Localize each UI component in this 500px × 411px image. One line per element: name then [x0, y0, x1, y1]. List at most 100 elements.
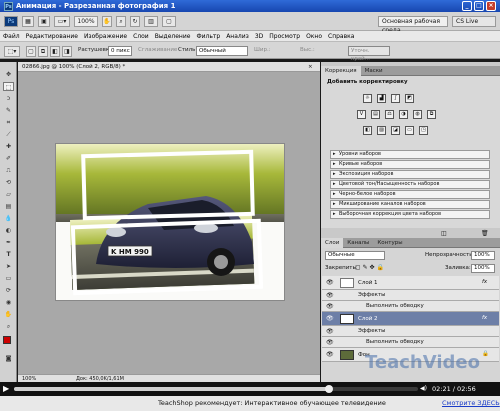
layer-row-2-selected[interactable]: 👁 Слой 2 fx	[322, 312, 499, 326]
workspace-select[interactable]: Основная рабочая среда	[378, 16, 448, 34]
channel-mixer-icon[interactable]: ⧉	[427, 110, 436, 119]
dodge-tool-icon[interactable]: ◐	[3, 226, 14, 235]
tab-paths[interactable]: Контуры	[373, 238, 406, 248]
exposure-icon[interactable]: ◩	[405, 94, 414, 103]
gradient-tool-icon[interactable]: ▤	[3, 202, 14, 211]
menu-3d[interactable]: 3D	[252, 31, 266, 42]
guides-menu-icon[interactable]: ▭▾	[54, 16, 70, 27]
blend-mode-select[interactable]: Обычные	[325, 251, 385, 260]
footer-link[interactable]: Смотрите ЗДЕСЬ	[442, 396, 500, 411]
maximize-icon[interactable]: □	[474, 1, 484, 11]
arrange-documents-icon[interactable]: ▥	[144, 16, 158, 27]
menu-layers[interactable]: Слои	[130, 31, 152, 42]
visibility-eye-icon[interactable]: 👁	[326, 315, 334, 322]
levels-icon[interactable]: ▟	[377, 94, 386, 103]
move-tool-icon[interactable]: ✥	[3, 70, 14, 79]
eraser-tool-icon[interactable]: ▱	[3, 190, 14, 199]
volume-icon[interactable]: ◀)	[420, 385, 427, 392]
layer-stroke-row[interactable]: 👁 Выполнить обводку	[322, 337, 499, 348]
menu-view[interactable]: Просмотр	[266, 31, 303, 42]
history-brush-tool-icon[interactable]: ⟲	[3, 178, 14, 187]
foreground-color-swatch[interactable]	[3, 336, 11, 344]
preset-black-white[interactable]: Черно-белое наборов	[330, 190, 490, 199]
style-select[interactable]: Обычный	[196, 46, 248, 56]
intersect-selection-icon[interactable]: ◨	[62, 46, 72, 57]
color-balance-icon[interactable]: ⚖	[385, 110, 394, 119]
bridge-icon[interactable]: ▦	[22, 16, 34, 27]
menu-file[interactable]: Файл	[0, 31, 23, 42]
gradient-map-icon[interactable]: ▭	[405, 126, 414, 135]
zoom-level-select[interactable]: 100%	[74, 16, 98, 27]
selective-color-icon[interactable]: ◳	[419, 126, 428, 135]
quick-mask-icon[interactable]: ◙	[3, 354, 14, 363]
path-selection-tool-icon[interactable]: ➤	[3, 262, 14, 271]
3d-camera-tool-icon[interactable]: ◉	[3, 298, 14, 307]
brush-tool-icon[interactable]: ✐	[3, 154, 14, 163]
rectangular-marquee-tool-icon[interactable]: ⬚	[3, 82, 14, 91]
mini-bridge-icon[interactable]: ▣	[38, 16, 50, 27]
lock-icons[interactable]: ▢ ✎ ✥ 🔒	[355, 264, 384, 271]
crop-tool-icon[interactable]: ⌗	[3, 118, 14, 127]
tab-channels[interactable]: Каналы	[343, 238, 373, 248]
vibrance-icon[interactable]: V	[357, 110, 366, 119]
tab-masks[interactable]: Маски	[361, 66, 387, 76]
clone-stamp-tool-icon[interactable]: ⎍	[3, 166, 14, 175]
blur-tool-icon[interactable]: 💧	[3, 214, 14, 223]
tab-layers[interactable]: Слои	[321, 238, 344, 248]
preset-levels[interactable]: Уровни наборов	[330, 150, 490, 159]
preset-selective-color[interactable]: Выборочная коррекция цвета наборов	[330, 210, 490, 219]
preset-curves[interactable]: Кривые наборов	[330, 160, 490, 169]
preset-hue-saturation[interactable]: Цветовой тон/Насыщенность наборов	[330, 180, 490, 189]
menu-filter[interactable]: Фильтр	[193, 31, 223, 42]
visibility-eye-icon[interactable]: 👁	[326, 351, 334, 358]
feather-input[interactable]: 0 пикс	[108, 46, 132, 56]
screen-mode-icon[interactable]: ▢	[162, 16, 176, 27]
fx-icon[interactable]: fx	[482, 279, 487, 285]
close-icon[interactable]: ×	[486, 1, 496, 11]
eyedropper-tool-icon[interactable]: ⟋	[3, 130, 14, 139]
menu-help[interactable]: Справка	[325, 31, 357, 42]
posterize-icon[interactable]: ▨	[377, 126, 386, 135]
menu-select[interactable]: Выделение	[152, 31, 194, 42]
menu-edit[interactable]: Редактирование	[23, 31, 81, 42]
panel-options-icon[interactable]: ◫	[441, 230, 447, 237]
quick-selection-tool-icon[interactable]: ✎	[3, 106, 14, 115]
visibility-eye-icon[interactable]: 👁	[326, 292, 334, 299]
new-selection-icon[interactable]: ▢	[26, 46, 36, 57]
lasso-tool-icon[interactable]: ↄ	[3, 94, 14, 103]
3d-rotate-tool-icon[interactable]: ⟳	[3, 286, 14, 295]
menu-image[interactable]: Изображение	[81, 31, 130, 42]
shape-tool-icon[interactable]: ▭	[3, 274, 14, 283]
document-tab[interactable]: 02866.jpg @ 100% (Слой 2, RGB/8) * ×	[18, 62, 320, 72]
layer-effects-row[interactable]: 👁 Эффекты	[322, 326, 499, 337]
close-document-icon[interactable]: ×	[308, 62, 313, 72]
zoom-tool-icon-2[interactable]: ⌕	[3, 322, 14, 331]
subtract-selection-icon[interactable]: ◧	[50, 46, 60, 57]
refine-edge-button[interactable]: Уточн. край...	[348, 46, 390, 62]
tab-adjustments[interactable]: Коррекция	[321, 66, 361, 76]
zoom-tool-icon[interactable]: ⌕	[116, 16, 126, 27]
marquee-preset-icon[interactable]: ⬚▾	[4, 46, 20, 57]
brightness-icon[interactable]: ☼	[363, 94, 372, 103]
menu-window[interactable]: Окно	[303, 31, 325, 42]
visibility-eye-icon[interactable]: 👁	[326, 279, 334, 286]
preset-exposure[interactable]: Экспозиция наборов	[330, 170, 490, 179]
add-selection-icon[interactable]: ⧉	[38, 46, 48, 57]
minimize-icon[interactable]: _	[462, 1, 472, 11]
visibility-eye-icon[interactable]: 👁	[326, 303, 334, 310]
hand-tool-icon[interactable]: ✋	[102, 16, 112, 27]
image-canvas[interactable]: K HM 990	[55, 143, 285, 301]
fill-input[interactable]: 100%	[471, 264, 495, 273]
fx-icon[interactable]: fx	[482, 315, 487, 321]
visibility-eye-icon[interactable]: 👁	[326, 339, 334, 346]
black-white-icon[interactable]: ◑	[399, 110, 408, 119]
menu-analysis[interactable]: Анализ	[223, 31, 252, 42]
rotate-view-icon[interactable]: ↻	[130, 16, 140, 27]
layer-stroke-row[interactable]: 👁 Выполнить обводку	[322, 301, 499, 312]
visibility-eye-icon[interactable]: 👁	[326, 328, 334, 335]
panel-delete-icon[interactable]: 🗑	[481, 230, 489, 237]
antialias-checkbox[interactable]: Сглаживание	[138, 47, 177, 53]
healing-brush-tool-icon[interactable]: ✚	[3, 142, 14, 151]
invert-icon[interactable]: ◧	[363, 126, 372, 135]
curves-icon[interactable]: ∫	[391, 94, 400, 103]
